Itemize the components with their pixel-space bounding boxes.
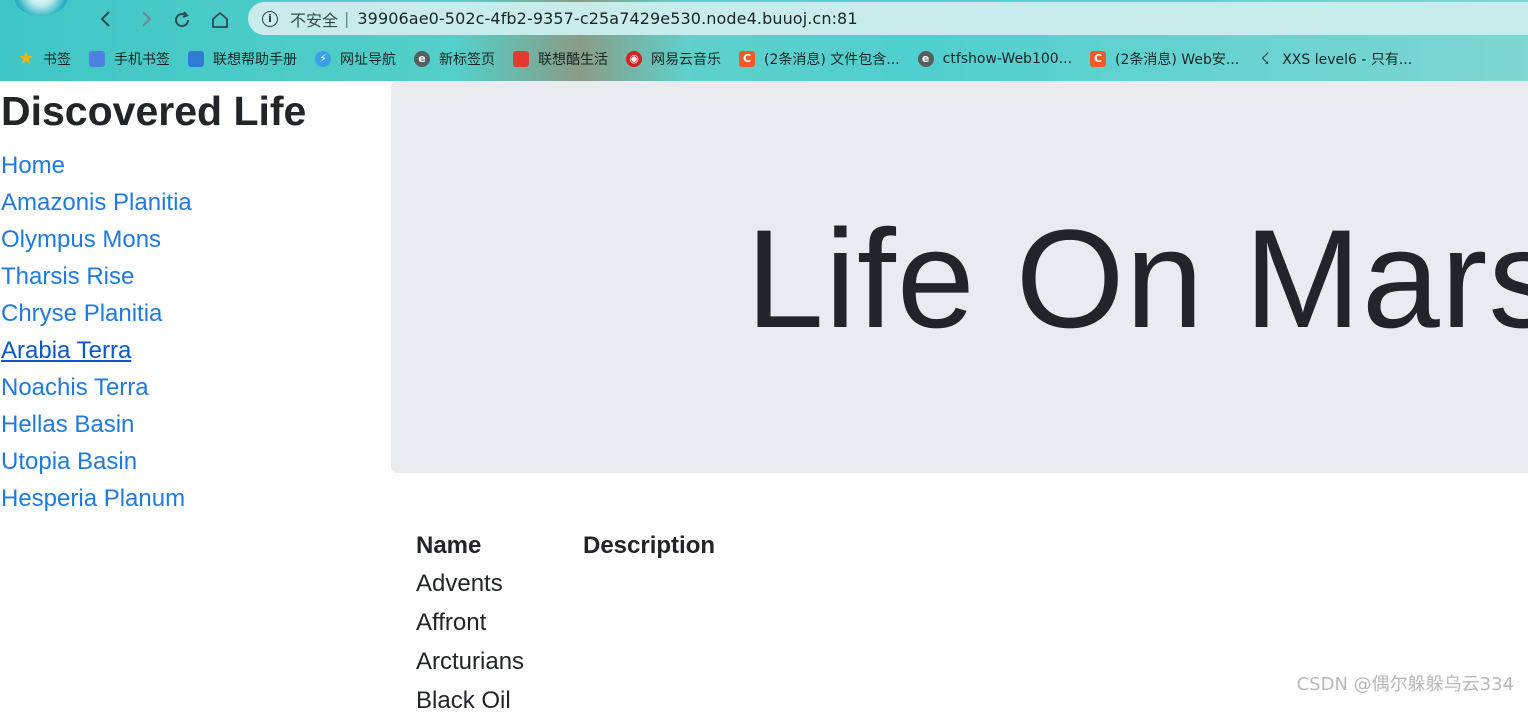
browser-logo-icon <box>14 0 68 16</box>
table-cell-description <box>583 603 715 642</box>
sidebar-item-hellas-basin[interactable]: Hellas Basin <box>0 406 380 443</box>
csdn-watermark: CSDN @偶尔躲躲乌云334 <box>1296 674 1514 695</box>
bookmark-item[interactable]: e 新标签页 <box>414 49 495 69</box>
browser-toolbar: i 不安全 | 39906ae0-502c-4fb2-9357-c25a7429… <box>0 0 1528 37</box>
bookmark-label: 联想帮助手册 <box>213 52 297 68</box>
life-table: Name Description Advents Affront Arcturi… <box>416 528 715 720</box>
sidebar-item-hesperia-planum[interactable]: Hesperia Planum <box>0 480 380 517</box>
bookmark-item[interactable]: 联想帮助手册 <box>188 49 297 69</box>
sidebar-item-chryse-planitia[interactable]: Chryse Planitia <box>0 295 380 332</box>
bookmark-item[interactable]: 手机书签 <box>89 49 170 69</box>
hero-banner: Life On Mars <box>391 81 1528 473</box>
sidebar-item-arabia-terra[interactable]: Arabia Terra <box>0 332 380 369</box>
edge-icon: e <box>917 51 934 67</box>
hero-title: Life On Mars <box>746 200 1528 357</box>
table-row: Arcturians <box>416 642 715 681</box>
sidebar-item-noachis-terra[interactable]: Noachis Terra <box>0 369 380 406</box>
forward-icon[interactable] <box>133 6 159 32</box>
bookmark-item[interactable]: e ctfshow-Web100... <box>917 51 1073 67</box>
table-row: Affront <box>416 603 715 642</box>
address-bar[interactable]: i 不安全 | 39906ae0-502c-4fb2-9357-c25a7429… <box>248 2 1528 35</box>
bookmark-label: 新标签页 <box>439 52 495 68</box>
xxs-icon: ☇ <box>1260 49 1270 68</box>
sidebar-nav: Home Amazonis Planitia Olympus Mons Thar… <box>0 147 380 517</box>
address-separator: | <box>344 9 350 28</box>
sidebar-item-amazonis-planitia[interactable]: Amazonis Planitia <box>0 184 380 221</box>
bookmark-item[interactable]: 联想酷生活 <box>513 49 608 69</box>
compass-icon: ⚡ <box>315 51 331 67</box>
star-icon: ★ <box>18 48 35 69</box>
column-header-name: Name <box>416 532 482 559</box>
csdn-icon: C <box>1090 51 1107 67</box>
table-cell-name: Arcturians <box>416 647 525 675</box>
bookmarks-bar: ★ 书签 手机书签 联想帮助手册 ⚡ 网址导航 e 新标签页 联想酷生活 ◉ 网… <box>0 43 1528 75</box>
site-title: Discovered Life <box>1 88 307 134</box>
lenovo-icon <box>513 51 529 67</box>
table-cell-name: Affront <box>416 608 487 636</box>
sidebar-item-olympus-mons[interactable]: Olympus Mons <box>0 221 380 258</box>
home-icon[interactable] <box>207 6 233 32</box>
bookmark-item[interactable]: ☇ XXS level6 - 只有... <box>1257 49 1413 69</box>
bookmark-label: 网址导航 <box>340 52 396 68</box>
bookmark-item[interactable]: ★ 书签 <box>18 49 71 69</box>
data-table: Name Description Advents Affront Arcturi… <box>416 528 715 720</box>
bookmark-label: 网易云音乐 <box>651 52 721 68</box>
sidebar-item-tharsis-rise[interactable]: Tharsis Rise <box>0 258 380 295</box>
table-row: Advents <box>416 564 715 603</box>
table-cell-description <box>583 642 715 681</box>
bookmark-label: 书签 <box>43 52 71 68</box>
back-icon[interactable] <box>93 6 119 32</box>
edge-icon: e <box>414 51 430 67</box>
sidebar-item-home[interactable]: Home <box>0 147 380 184</box>
csdn-icon: C <box>739 51 755 67</box>
bookmark-label: 手机书签 <box>114 52 170 68</box>
bookmark-label: ctfshow-Web100... <box>942 51 1073 67</box>
bookmark-label: (2条消息) Web安... <box>1115 52 1240 68</box>
table-cell-name: Advents <box>416 569 503 597</box>
info-icon[interactable]: i <box>262 10 278 27</box>
bookmark-label: XXS level6 - 只有... <box>1282 52 1413 68</box>
url-text[interactable]: 39906ae0-502c-4fb2-9357-c25a7429e530.nod… <box>357 9 857 28</box>
sidebar: Discovered Life Home Amazonis Planitia O… <box>0 81 380 517</box>
bookmark-item[interactable]: ◉ 网易云音乐 <box>626 49 721 69</box>
music-icon: ◉ <box>626 51 642 67</box>
bookmark-item[interactable]: ⚡ 网址导航 <box>315 49 396 69</box>
bookmark-item[interactable]: C (2条消息) Web安... <box>1090 49 1239 69</box>
security-label: 不安全 <box>290 10 339 30</box>
column-header-description: Description <box>583 532 716 559</box>
phone-icon <box>89 51 105 67</box>
bookmark-label: 联想酷生活 <box>538 52 608 68</box>
bookmark-item[interactable]: C (2条消息) 文件包含... <box>739 49 900 69</box>
browser-chrome: i 不安全 | 39906ae0-502c-4fb2-9357-c25a7429… <box>0 0 1528 81</box>
reload-icon[interactable] <box>169 6 195 32</box>
doc-icon <box>188 51 204 67</box>
table-header-row: Name Description <box>416 528 715 564</box>
table-cell-description <box>583 564 715 603</box>
bookmark-label: (2条消息) 文件包含... <box>764 52 900 68</box>
sidebar-item-utopia-basin[interactable]: Utopia Basin <box>0 443 380 480</box>
